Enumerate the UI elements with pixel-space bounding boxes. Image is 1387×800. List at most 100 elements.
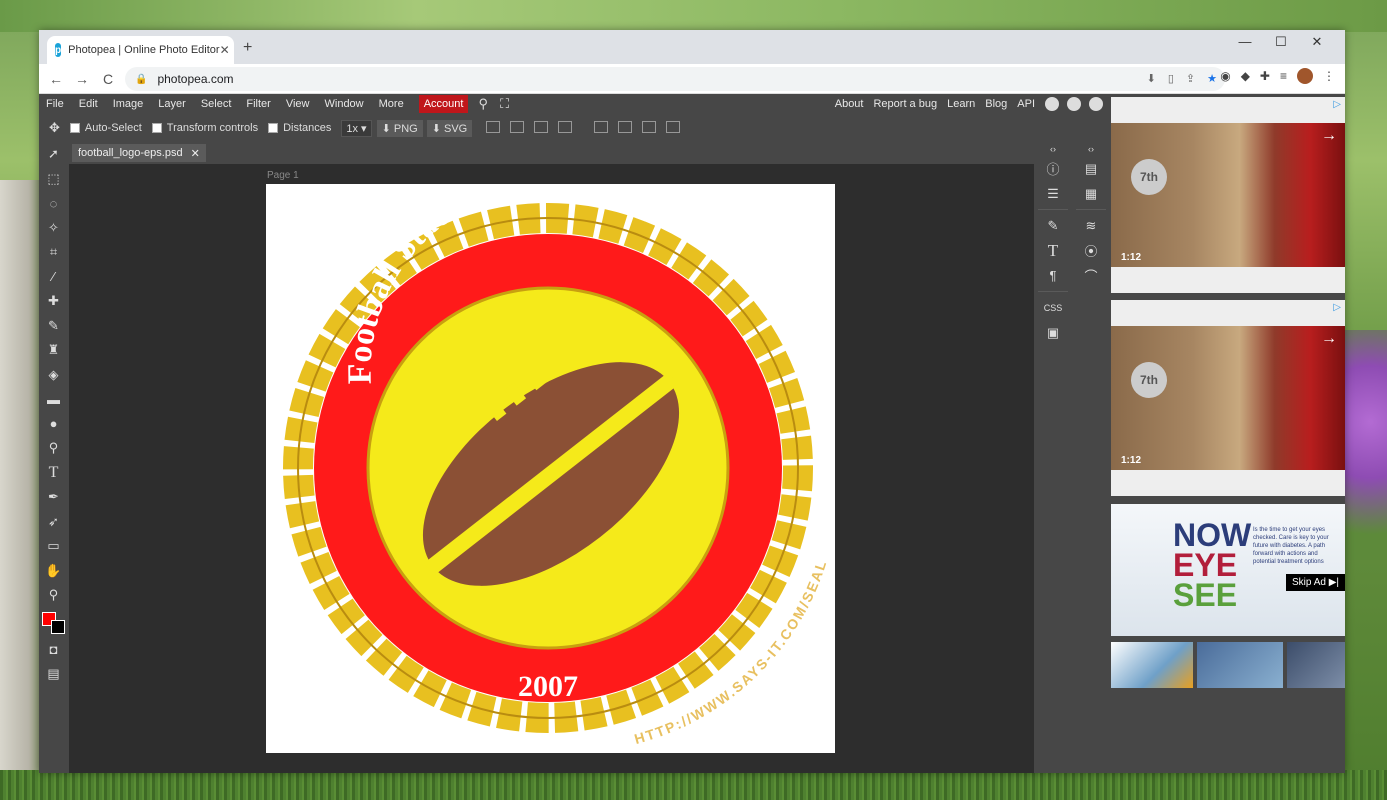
forward-button[interactable]: → [69, 71, 95, 87]
layers-icon[interactable]: ≋ [1072, 213, 1110, 238]
distribute-v-icon[interactable] [665, 120, 680, 133]
align-top-icon[interactable] [593, 120, 608, 133]
maximize-button[interactable]: ☐ [1263, 34, 1299, 50]
twitter-icon[interactable] [1067, 97, 1081, 111]
banner-ad[interactable]: NOW EYE SEE Is the time to get your eyes… [1111, 504, 1345, 636]
paths-icon[interactable]: ⌒ [1072, 263, 1110, 288]
align-left-icon[interactable] [486, 120, 501, 133]
bookmark-star-icon[interactable]: ★ [1207, 72, 1217, 85]
facebook-icon[interactable] [1089, 97, 1103, 111]
swatches-icon[interactable]: ▦ [1072, 181, 1110, 206]
puzzle-icon[interactable]: ✚ [1260, 69, 1270, 83]
info-icon[interactable]: ⓘ [1034, 156, 1072, 181]
link-learn[interactable]: Learn [947, 98, 975, 110]
collapse-icon[interactable]: ‹› [1072, 142, 1110, 156]
path-select-icon[interactable]: ➶ [39, 510, 68, 535]
character-icon[interactable]: T [1034, 238, 1072, 263]
video-ad-1[interactable]: ▷ 7th → 1:12 [1111, 97, 1345, 293]
kebab-menu-icon[interactable]: ⋮ [1323, 69, 1335, 83]
healing-brush-icon[interactable]: ✚ [39, 289, 68, 314]
clone-stamp-icon[interactable]: ♜ [39, 338, 68, 363]
account-button[interactable]: Account [418, 95, 469, 113]
menu-view[interactable]: View [286, 98, 310, 110]
skip-ad-button[interactable]: Skip Ad ▶| [1286, 574, 1345, 591]
page-icon[interactable]: ▯ [1168, 72, 1174, 85]
tab-close-icon[interactable]: ✕ [220, 43, 230, 57]
export-svg-button[interactable]: ⬇ SVG [426, 119, 473, 137]
menu-filter[interactable]: Filter [246, 98, 270, 110]
install-icon[interactable]: ⬇ [1147, 72, 1156, 85]
document-close-icon[interactable]: ✕ [191, 147, 200, 160]
ad-thumbnail[interactable] [1111, 642, 1193, 688]
move-icon[interactable]: ➚ [39, 142, 68, 167]
adchoices-icon[interactable]: ▷ [1333, 99, 1341, 110]
menu-image[interactable]: Image [113, 98, 144, 110]
ad-thumbnail[interactable] [1287, 642, 1345, 688]
hand-icon[interactable]: ✋ [39, 559, 68, 584]
minimize-button[interactable]: — [1227, 34, 1263, 50]
auto-select-box[interactable] [69, 123, 80, 133]
transform-controls-checkbox[interactable]: Transform controls [151, 122, 258, 134]
share-icon[interactable]: ⇪ [1186, 72, 1195, 85]
close-window-button[interactable]: ✕ [1299, 34, 1335, 50]
blur-icon[interactable]: ● [39, 412, 68, 437]
adchoices-icon[interactable]: ▷ [1333, 302, 1341, 313]
menu-window[interactable]: Window [325, 98, 364, 110]
auto-select-checkbox[interactable]: Auto-Select [69, 122, 142, 134]
lasso-icon[interactable]: ◌ [39, 191, 68, 216]
zoom-select[interactable]: 1x ▾ [341, 119, 372, 137]
fullscreen-icon[interactable]: ⛶ [500, 96, 509, 112]
reading-list-icon[interactable]: ≡ [1280, 69, 1287, 83]
brush-settings-icon[interactable]: ✎ [1034, 213, 1072, 238]
new-tab-button[interactable]: + [243, 39, 252, 57]
menu-edit[interactable]: Edit [79, 98, 98, 110]
reddit-icon[interactable] [1045, 97, 1059, 111]
css-icon[interactable]: CSS [1034, 295, 1072, 320]
channels-icon[interactable]: ⦿ [1072, 238, 1110, 263]
next-arrow-icon[interactable]: → [1321, 330, 1337, 348]
canvas-area[interactable]: Page 1 Football Stadium rsity 2007 HTTP:… [69, 164, 1034, 773]
image-icon[interactable]: ▣ [1034, 320, 1072, 345]
crop-icon[interactable]: ⌗ [39, 240, 68, 265]
brush-icon[interactable]: ✎ [39, 314, 68, 339]
align-bottom-icon[interactable] [641, 120, 656, 133]
eraser-icon[interactable]: ◈ [39, 363, 68, 388]
link-blog[interactable]: Blog [985, 98, 1007, 110]
background-color[interactable] [51, 619, 65, 634]
align-middle-icon[interactable] [617, 120, 632, 133]
video-frame[interactable]: 7th → 1:12 [1111, 123, 1345, 267]
magic-wand-icon[interactable]: ✧ [39, 216, 68, 241]
menu-file[interactable]: File [46, 98, 64, 110]
adjustments-icon[interactable]: ☰ [1034, 181, 1072, 206]
zoom-icon[interactable]: ⚲ [39, 583, 68, 608]
paragraph-icon[interactable]: ¶ [1034, 263, 1072, 288]
video-frame[interactable]: 7th → 1:12 [1111, 326, 1345, 470]
menu-more[interactable]: More [379, 98, 404, 110]
align-center-icon[interactable] [510, 120, 525, 133]
link-report-bug[interactable]: Report a bug [873, 98, 937, 110]
extension-icon[interactable]: ◉ [1220, 69, 1230, 83]
color-swatches[interactable] [39, 608, 68, 638]
reload-button[interactable]: C [95, 71, 121, 87]
gradient-icon[interactable]: ▬ [39, 387, 68, 412]
link-api[interactable]: API [1017, 98, 1035, 110]
next-arrow-icon[interactable]: → [1321, 127, 1337, 145]
distances-box[interactable] [268, 123, 279, 133]
distances-checkbox[interactable]: Distances [268, 122, 331, 134]
browser-tab[interactable]: p Photopea | Online Photo Editor ✕ [47, 36, 234, 64]
url-field[interactable]: 🔒 photopea.com ⬇ ▯ ⇪ ★ [125, 67, 1225, 91]
video-ad-2[interactable]: ▷ 7th → 1:12 [1111, 300, 1345, 496]
document-tab[interactable]: football_logo-eps.psd ✕ [72, 144, 206, 162]
align-right-icon[interactable] [534, 120, 549, 133]
export-png-button[interactable]: ⬇ PNG [376, 119, 423, 137]
quick-mask-icon[interactable]: ◘ [39, 638, 68, 663]
link-about[interactable]: About [835, 98, 864, 110]
avatar[interactable] [1297, 68, 1313, 84]
dodge-icon[interactable]: ⚲ [39, 436, 68, 461]
menu-select[interactable]: Select [201, 98, 232, 110]
distribute-h-icon[interactable] [558, 120, 573, 133]
rectangle-icon[interactable]: ▭ [39, 534, 68, 559]
history-icon[interactable]: ▤ [1072, 156, 1110, 181]
move-tool-icon[interactable]: ✥ [49, 120, 60, 136]
transform-controls-box[interactable] [151, 123, 162, 133]
